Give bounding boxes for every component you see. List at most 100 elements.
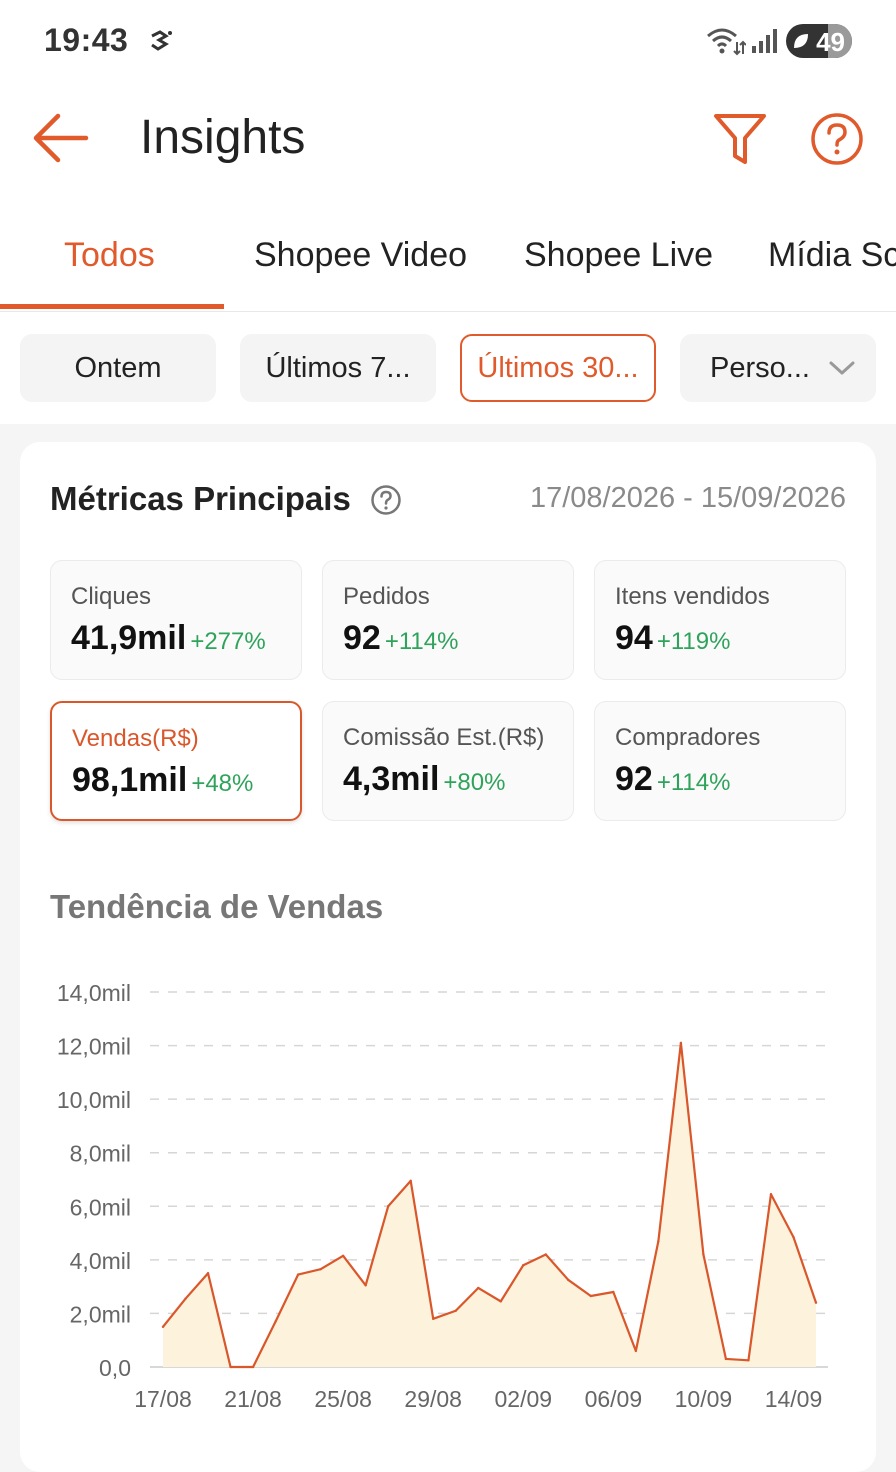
tab-shopee-live[interactable]: Shopee Live <box>524 236 713 275</box>
y-tick-label: 4,0mil <box>70 1248 131 1274</box>
metric-value: 4,3mil <box>343 760 440 798</box>
data-point <box>769 1193 773 1196</box>
period-chip-30-days[interactable]: Últimos 30... <box>460 334 656 402</box>
data-point <box>544 1253 547 1256</box>
info-question-icon[interactable] <box>370 484 402 516</box>
data-point <box>251 1365 255 1369</box>
metrics-card: Métricas Principais 17/08/2026 - 15/09/2… <box>20 442 876 1472</box>
x-tick-label: 25/08 <box>314 1386 372 1412</box>
trend-title: Tendência de Vendas <box>50 888 384 925</box>
filter-icon[interactable] <box>712 110 768 166</box>
data-point <box>296 1273 300 1276</box>
back-arrow-icon[interactable] <box>30 110 90 166</box>
data-point <box>814 1301 818 1304</box>
data-point <box>612 1290 615 1294</box>
data-point <box>229 1365 232 1369</box>
y-tick-label: 10,0mil <box>57 1087 131 1113</box>
x-tick-label: 10/09 <box>675 1386 733 1412</box>
period-chip-ontem[interactable]: Ontem <box>20 334 216 402</box>
status-bar: 19:43 49 <box>0 0 896 84</box>
data-point <box>702 1253 705 1256</box>
tab-todos[interactable]: Todos <box>64 236 155 275</box>
metric-label: Vendas(R$) <box>72 725 199 752</box>
data-point <box>274 1320 277 1323</box>
tab-midia-social[interactable]: Mídia Sc <box>768 236 896 275</box>
page-title: Insights <box>140 111 306 164</box>
help-icon[interactable] <box>810 112 864 166</box>
metric-label: Comissão Est.(R$) <box>343 724 545 751</box>
sales-trend-chart: 0,0 2,0mil 4,0mil 6,0mil 8,0mil 10,0mil 12,0mi… <box>57 980 828 1412</box>
battery-indicator: 49 <box>786 24 852 58</box>
app-notification-icon <box>151 30 172 51</box>
metric-change: +277% <box>190 628 266 655</box>
data-point <box>657 1239 660 1243</box>
category-tabs: Todos Shopee Video Shopee Live Mídia Sc <box>0 200 896 312</box>
date-range: 17/08/2026 - 15/09/2026 <box>529 482 846 514</box>
chip-label: Últimos 30... <box>477 352 639 384</box>
data-point <box>499 1300 502 1303</box>
app-bar: Insights <box>0 84 896 194</box>
battery-percent: 49 <box>816 27 845 57</box>
metrics-title: Métricas Principais <box>50 480 351 517</box>
header-area: 19:43 49 Insights Todos Shopee Video Sho… <box>0 0 896 424</box>
y-tick-label: 2,0mil <box>70 1301 131 1327</box>
y-tick-label: 14,0mil <box>57 980 131 1006</box>
x-tick-label: 29/08 <box>404 1386 462 1412</box>
chip-label: Últimos 7... <box>265 352 411 384</box>
metric-pedidos[interactable]: Pedidos 92 +114% <box>322 560 574 680</box>
metric-change: +114% <box>656 769 731 796</box>
period-chip-7-days[interactable]: Últimos 7... <box>240 334 436 402</box>
data-point <box>724 1357 728 1361</box>
data-point <box>341 1254 345 1258</box>
y-tick-label: 6,0mil <box>70 1194 131 1220</box>
data-point <box>319 1268 322 1271</box>
metric-label: Cliques <box>71 583 152 610</box>
data-point <box>679 1041 683 1045</box>
chip-label: Perso... <box>710 352 810 384</box>
metric-compradores[interactable]: Compradores 92 +114% <box>594 701 846 821</box>
y-tick-label: 0,0 <box>99 1355 131 1381</box>
metric-itens-vendidos[interactable]: Itens vendidos 94 +119% <box>594 560 846 680</box>
metric-change: +48% <box>191 770 254 797</box>
data-point <box>567 1278 570 1282</box>
data-point <box>432 1317 435 1320</box>
y-tick-label: 8,0mil <box>70 1141 131 1167</box>
data-point <box>364 1284 367 1287</box>
x-tick-label: 14/09 <box>765 1386 823 1412</box>
metric-change: +119% <box>656 628 731 655</box>
metric-comissao[interactable]: Comissão Est.(R$) 4,3mil +80% <box>322 701 574 821</box>
y-tick-label: 12,0mil <box>57 1034 131 1060</box>
metric-label: Pedidos <box>343 583 430 610</box>
metric-label: Compradores <box>615 724 761 751</box>
x-tick-label: 06/09 <box>585 1386 643 1412</box>
data-point <box>522 1264 525 1267</box>
signal-icon <box>752 29 777 53</box>
data-point <box>184 1297 187 1300</box>
status-time: 19:43 <box>44 22 129 58</box>
metric-value: 92 <box>343 619 381 657</box>
x-tick-label: 21/08 <box>224 1386 282 1412</box>
period-chip-custom[interactable]: Perso... <box>680 334 876 402</box>
x-tick-label: 17/08 <box>134 1386 192 1412</box>
data-point <box>634 1349 638 1353</box>
active-tab-indicator <box>0 304 224 309</box>
data-point <box>454 1309 457 1312</box>
metric-cliques[interactable]: Cliques 41,9mil +277% <box>50 560 302 680</box>
x-tick-label: 02/09 <box>494 1386 552 1412</box>
data-point <box>747 1359 750 1362</box>
tab-shopee-video[interactable]: Shopee Video <box>254 236 467 275</box>
wifi-icon <box>707 28 746 56</box>
metric-value: 41,9mil <box>71 619 187 657</box>
chevron-down-icon <box>829 361 855 375</box>
chip-label: Ontem <box>74 352 162 384</box>
data-point <box>206 1272 210 1275</box>
metric-value: 92 <box>615 760 653 798</box>
data-point <box>792 1235 795 1239</box>
data-point <box>386 1205 390 1208</box>
data-point <box>161 1325 165 1329</box>
metric-vendas[interactable]: Vendas(R$) 98,1mil +48% <box>50 701 302 821</box>
metric-change: +114% <box>384 628 459 655</box>
data-point <box>589 1294 593 1298</box>
metric-change: +80% <box>443 769 506 796</box>
data-point <box>409 1179 412 1183</box>
